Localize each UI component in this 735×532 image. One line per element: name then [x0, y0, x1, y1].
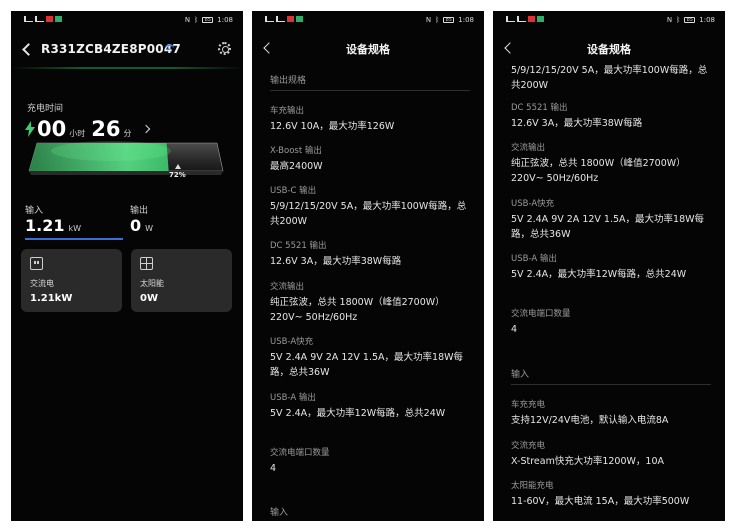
signal-icon	[24, 16, 33, 22]
section-header-input: 输入	[511, 370, 530, 380]
spec-item: USB-C 输出 5/9/12/15/20V 5A，最大功率100W每路，总共2…	[270, 186, 467, 227]
minutes-unit: 分	[123, 129, 132, 138]
spec-item: 车充充电 支持12V/24V电池，默认输入电流8A	[511, 400, 669, 426]
notification-icon	[46, 16, 53, 22]
spec-item: 交流电端口数量 4	[270, 448, 330, 474]
wifi-icon	[165, 44, 174, 53]
section-header-input: 输入	[270, 508, 289, 518]
spec-item: 车充输出 12.6V 10A，最大功率126W	[270, 106, 395, 132]
spec-item: X-Boost 输出 最高2400W	[270, 146, 323, 172]
charge-hours: 00	[37, 117, 67, 141]
spec-item: DC 5521 输出 12.6V 3A，最大功率38W每路	[511, 103, 643, 129]
bluetooth-icon: ᛒ	[194, 16, 199, 24]
input-label: 输入	[25, 206, 44, 216]
spec-item: USB-A快充 5V 2.4A 9V 2A 12V 1.5A，最大功率18W每路…	[270, 337, 464, 378]
charge-time-readout[interactable]: 00 小时 26 分	[25, 117, 151, 141]
nfc-icon: N	[184, 16, 191, 24]
status-bar: N ᛒ 85 1:08	[11, 11, 243, 31]
output-label: 输出	[130, 206, 149, 216]
notification-icon	[55, 16, 62, 22]
section-divider	[270, 90, 470, 91]
device-specs-screen: N ᛒ 85 1:08 设备规格 输出规格 车充输出 12.6V 10A，最大功…	[252, 11, 484, 521]
section-divider	[511, 384, 711, 385]
spec-item: 交流输出 纯正弦波，总共 1800W（峰值2700W） 220V~ 50Hz/6…	[511, 143, 686, 184]
chevron-right-icon[interactable]	[142, 124, 151, 134]
gear-icon[interactable]	[218, 42, 231, 55]
device-specs-screen-scrolled: N ᛒ 85 1:08 设备规格 5/9/12/15/20V 5A，最大功率10…	[493, 11, 725, 521]
solar-input-card[interactable]: 太阳能 0W	[131, 249, 232, 312]
ac-outlet-icon	[30, 257, 43, 270]
output-value[interactable]: 0W	[130, 216, 153, 235]
spec-item: DC 5521 输出 12.6V 3A，最大功率38W每路	[270, 241, 402, 267]
spec-item: 5/9/12/15/20V 5A，最大功率100W每路，总共200W	[511, 65, 708, 91]
card-title: 太阳能	[140, 279, 164, 288]
input-tab-indicator	[25, 238, 123, 240]
spec-item: USB-A 输出 5V 2.4A，最大功率12W每路，总共24W	[270, 393, 446, 419]
card-value: 1.21kW	[30, 293, 73, 304]
clock: 1:08	[217, 16, 233, 24]
charge-time-label: 充电时间	[27, 104, 64, 114]
spec-item: 交流充电 X-Stream快充大功率1200W，10A	[511, 441, 664, 467]
battery-level-marker	[175, 164, 181, 169]
battery-icon: 85	[202, 17, 214, 23]
section-header-output: 输出规格	[270, 76, 307, 86]
battery-percent: 72%	[169, 171, 186, 179]
ac-input-card[interactable]: 交流电 1.21kW	[21, 249, 122, 312]
spec-item: USB-A快充 5V 2.4A 9V 2A 12V 1.5A，最大功率18W每路…	[511, 199, 705, 240]
lightning-bolt-icon	[25, 121, 35, 137]
spec-item: USB-A 输出 5V 2.4A，最大功率12W每路，总共24W	[511, 254, 687, 280]
spec-list[interactable]: 5/9/12/15/20V 5A，最大功率100W每路，总共200W DC 55…	[511, 11, 711, 521]
spec-item: 交流输出 纯正弦波，总共 1800W（峰值2700W） 220V~ 50Hz/6…	[270, 282, 445, 323]
spec-list[interactable]: 输出规格 车充输出 12.6V 10A，最大功率126W X-Boost 输出 …	[270, 11, 470, 521]
card-value: 0W	[140, 293, 158, 304]
hours-unit: 小时	[69, 129, 86, 138]
spec-item: 太阳能充电 11-60V，最大电流 15A，最大功率500W	[511, 481, 690, 507]
solar-panel-icon	[140, 257, 153, 270]
battery-level-graphic	[28, 141, 224, 175]
card-title: 交流电	[30, 279, 54, 288]
header-glow-divider	[11, 67, 243, 69]
device-title: R331ZCB4ZE8P0047	[41, 42, 181, 56]
input-value[interactable]: 1.21 kW	[25, 216, 81, 235]
device-dashboard-screen: N ᛒ 85 1:08 R331ZCB4ZE8P0047 充电时间 00 小时 …	[11, 11, 243, 521]
spec-item: 交流电端口数量 4	[511, 309, 571, 335]
device-header: R331ZCB4ZE8P0047	[21, 41, 233, 61]
back-icon[interactable]	[22, 43, 35, 56]
charge-minutes: 26	[91, 117, 121, 141]
signal-icon	[35, 16, 44, 22]
